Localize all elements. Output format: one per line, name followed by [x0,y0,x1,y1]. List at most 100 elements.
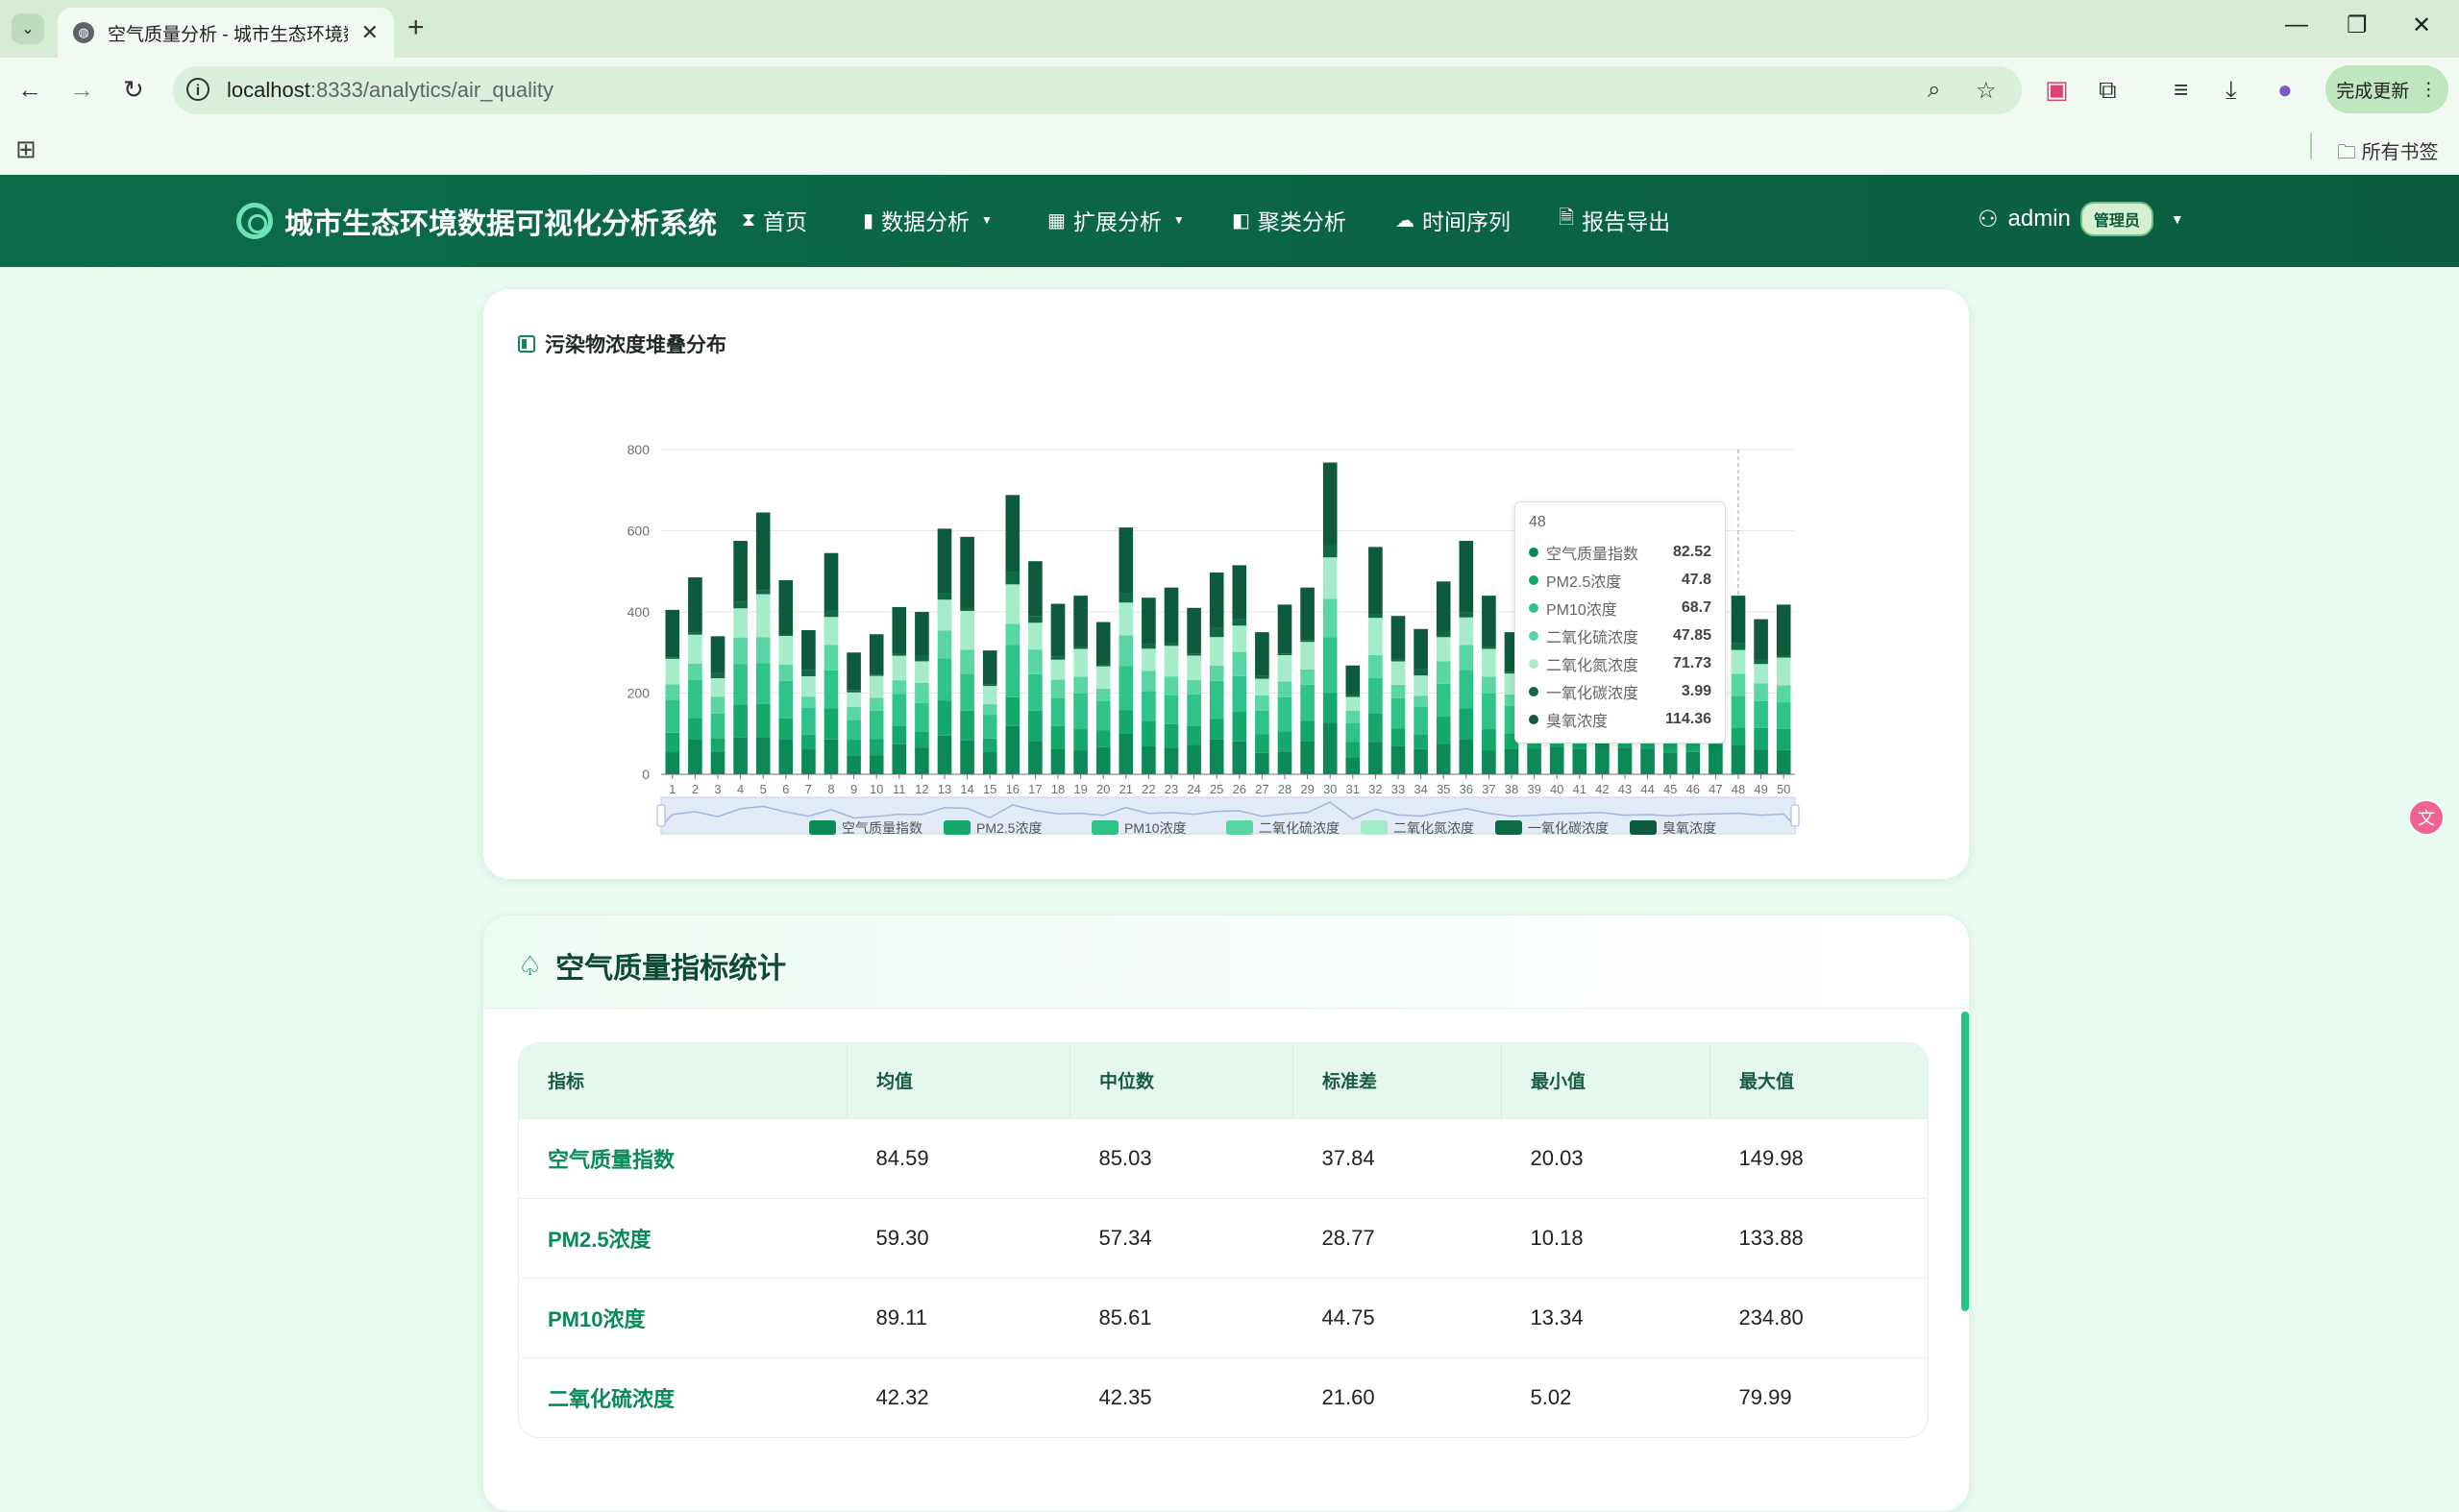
x-tick-label: 39 [1527,782,1540,796]
bar-segment [1255,632,1269,676]
bar-segment [960,710,974,741]
bar-segment [1005,572,1020,585]
bar-segment [1255,752,1269,774]
bar-segment [710,751,725,774]
bar-segment [733,737,748,774]
bar-segment [1368,713,1383,743]
bar-segment [1005,645,1020,697]
bar-segment [1187,725,1201,745]
bar-segment [1209,637,1224,666]
stats-title: 空气质量指标统计 [555,953,787,985]
bar-segment [1209,719,1224,740]
bar-segment [1345,722,1361,743]
bar-segment [688,739,702,774]
x-tick-label: 38 [1505,782,1518,796]
bar-segment [960,607,974,611]
cell-median: 42.35 [1098,1384,1152,1409]
x-tick-label: 45 [1663,782,1677,796]
bar-segment [1095,730,1111,747]
bar-segment [1390,616,1406,660]
col-header: 标准差 [1292,1043,1502,1118]
bar-segment [869,739,884,756]
bar-segment [1095,700,1111,731]
tooltip-series-name: 一氧化碳浓度 [1546,686,1639,702]
bar-segment [1028,622,1043,650]
legend-label: 二氧化氮浓度 [1393,820,1474,836]
translate-floating-icon[interactable]: 文 [2410,801,2443,834]
bar-segment [869,675,884,698]
bar-segment [937,528,952,594]
cell-std: 44.75 [1321,1305,1375,1329]
x-tick-label: 26 [1233,782,1246,796]
x-tick-label: 15 [983,782,996,796]
metric-name: PM10浓度 [548,1306,646,1331]
bar-segment [733,637,748,665]
bar-segment [1300,720,1315,742]
tooltip-value: 71.73 [1672,655,1711,671]
tooltip-category: 48 [1529,514,1546,530]
x-tick-label: 2 [692,782,699,796]
y-tick-label: 600 [627,524,651,539]
stats-table: 指标 均值 中位数 标准差 最小值 最大值 空气质量指数 84.59 85.03… [518,1042,1929,1438]
tooltip-row: 臭氧浓度 114.36 [1529,708,1711,731]
x-tick-label: 16 [1006,782,1020,796]
bar-segment [1368,655,1383,678]
bar-segment [1482,750,1496,774]
bar-segment [982,684,997,687]
bar-segment [1277,751,1292,774]
tooltip-series-name: PM10浓度 [1546,602,1617,619]
x-tick-label: 21 [1119,782,1133,796]
x-tick-label: 13 [938,782,951,796]
bar-segment [1300,640,1315,643]
x-tick-label: 24 [1187,782,1200,796]
x-tick-label: 1 [669,782,676,796]
bar-segment [1459,645,1474,671]
bar-segment [915,661,929,683]
tooltip-series-name: PM2.5浓度 [1546,574,1622,591]
bar-segment [1187,694,1201,726]
bar-segment [1754,727,1768,750]
bar-segment [1617,747,1633,774]
bar-segment [1255,675,1269,679]
bar-segment [1300,587,1315,641]
x-tick-label: 23 [1165,782,1178,796]
bar-segment [1050,748,1066,774]
bar-segment [1005,584,1020,624]
bar-segment [1232,675,1247,713]
bar-segment [915,612,929,656]
bar-segment [1119,635,1134,667]
bar-segment [1005,725,1020,774]
cell-max: 149.98 [1738,1145,1804,1170]
bar-segment [778,635,794,665]
bar-segment [1322,462,1338,546]
cell-min: 5.02 [1530,1384,1572,1409]
bar-segment [1095,746,1111,774]
bar-segment [1731,649,1746,674]
bar-segment [847,719,861,741]
bar-segment [1028,741,1043,774]
bar-segment [915,702,929,732]
bar-segment [1322,722,1338,774]
cell-median: 85.61 [1098,1305,1152,1329]
bar-segment [1595,741,1610,774]
bar-segment [1028,649,1043,674]
cell-mean: 42.32 [875,1384,929,1409]
bar-segment [1300,741,1315,774]
bar-segment [1390,697,1406,729]
x-tick-label: 10 [870,782,883,796]
bar-segment [1164,587,1179,644]
bar-segment [1482,596,1496,647]
x-tick-label: 32 [1368,782,1382,796]
bar-segment [801,670,816,676]
x-tick-label: 27 [1255,782,1268,796]
cell-max: 79.99 [1738,1384,1792,1409]
x-tick-label: 33 [1391,782,1405,796]
bar-segment [1164,676,1179,695]
table-header-row: 指标 均值 中位数 标准差 最小值 最大值 [519,1043,1928,1118]
bar-segment [982,650,997,685]
bar-segment [1050,679,1066,698]
scrollbar-thumb[interactable] [1961,1012,1969,1311]
bar-segment [1277,604,1292,654]
bar-segment [1095,665,1111,667]
tooltip-value: 47.8 [1681,572,1711,588]
